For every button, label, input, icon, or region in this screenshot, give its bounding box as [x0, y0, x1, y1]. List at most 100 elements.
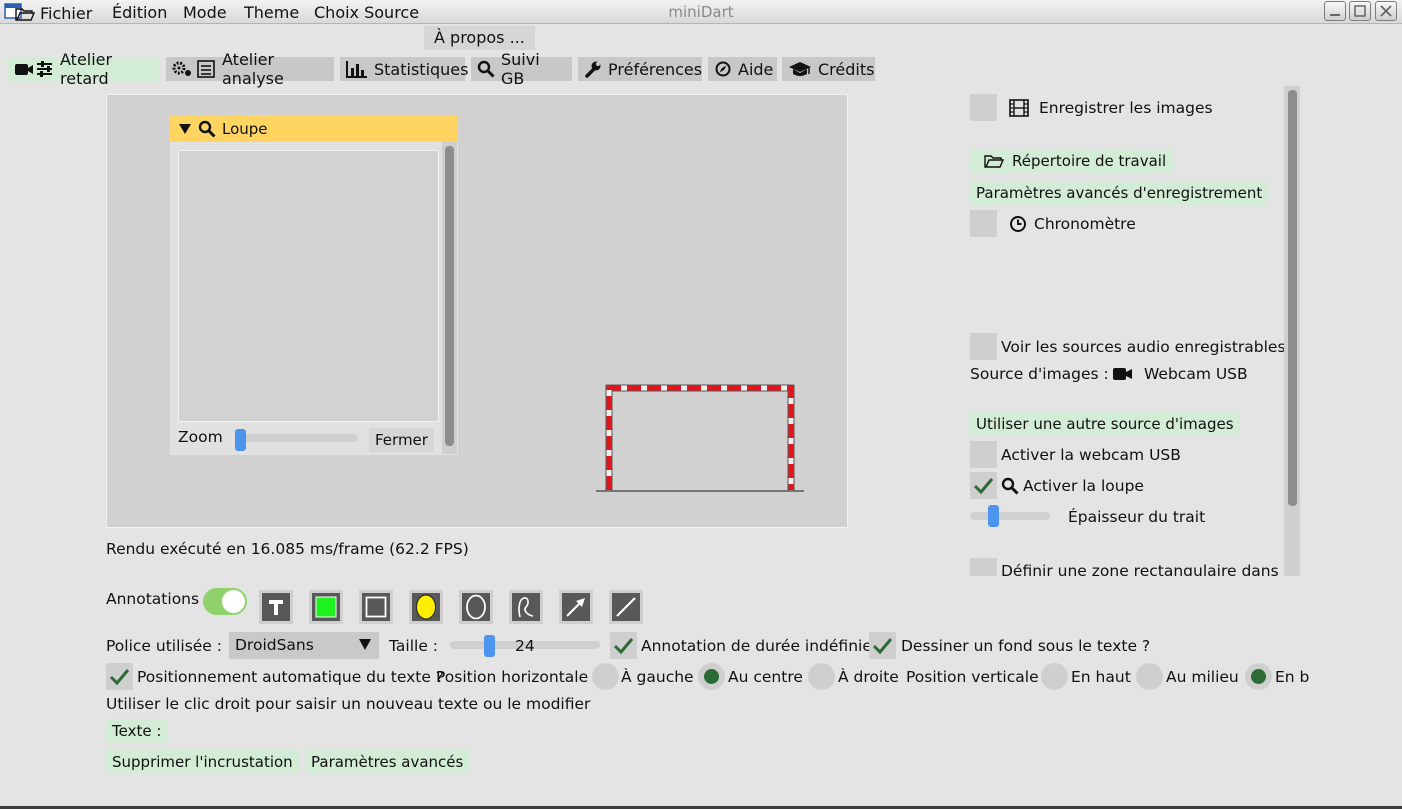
text-input-label[interactable]: Texte :: [106, 719, 168, 743]
radio-bottom[interactable]: [1245, 663, 1272, 690]
loupe-scrollbar-thumb[interactable]: [445, 146, 454, 446]
rect-outline-tool-button[interactable]: [359, 590, 393, 624]
video-camera-icon: [1112, 366, 1134, 382]
gears-list-icon: [172, 60, 216, 78]
radio-right[interactable]: [808, 663, 835, 690]
line-icon: [614, 595, 638, 619]
chrono-checkbox[interactable]: [970, 210, 997, 237]
menu-fichier-label: Fichier: [40, 4, 93, 23]
font-select-value: DroidSans: [235, 636, 314, 654]
define-zone-label: Définir une zone rectangulaire dans l'i: [1001, 562, 1283, 576]
annotations-label: Annotations: [106, 590, 200, 608]
right-panel-scrollbar-thumb[interactable]: [1288, 90, 1297, 506]
radio-middle-label: Au milieu: [1166, 668, 1239, 686]
radio-left[interactable]: [592, 663, 619, 690]
tab-statistiques[interactable]: Statistiques: [340, 57, 468, 81]
horizontal-position-label: Position horizontale: [436, 668, 589, 686]
close-window-button[interactable]: [1375, 1, 1397, 21]
menu-fichier[interactable]: Fichier: [15, 3, 92, 25]
size-slider-thumb[interactable]: [484, 635, 495, 657]
radio-middle[interactable]: [1136, 663, 1163, 690]
radio-left-label: À gauche: [621, 668, 694, 686]
compass-icon: [714, 60, 732, 78]
line-thickness-label: Épaisseur du trait: [1068, 508, 1206, 526]
line-thickness-slider-thumb[interactable]: [988, 505, 999, 527]
tab-aide[interactable]: Aide: [708, 57, 777, 81]
radio-top-label: En haut: [1071, 668, 1131, 686]
graduation-cap-icon: [788, 60, 812, 78]
tab-label: Crédits: [818, 59, 875, 79]
indefinite-duration-checkbox[interactable]: [610, 632, 637, 659]
checkmark-icon: [613, 638, 634, 655]
radio-top[interactable]: [1041, 663, 1068, 690]
remove-overlay-button[interactable]: Supprimer l'incrustation: [106, 750, 299, 774]
tab-label: Préférences: [608, 59, 703, 79]
menu-choix-source[interactable]: Choix Source: [314, 3, 419, 25]
search-icon: [477, 60, 495, 78]
menu-a-propos[interactable]: À propos ...: [424, 26, 535, 50]
advanced-recording-button[interactable]: Paramètres avancés d'enregistrement: [970, 181, 1269, 205]
ellipse-outline-tool-button[interactable]: [459, 590, 493, 624]
bar-chart-icon: [346, 60, 368, 78]
save-images-checkbox[interactable]: [970, 94, 997, 121]
menu-theme[interactable]: Theme: [244, 3, 299, 25]
radio-center-label: Au centre: [728, 668, 803, 686]
work-dir-button[interactable]: Répertoire de travail: [970, 149, 1175, 173]
tab-credits[interactable]: Crédits: [782, 57, 875, 81]
filled-rect-tool-button[interactable]: [309, 590, 343, 624]
draw-background-checkbox[interactable]: [869, 632, 896, 659]
minimize-button[interactable]: [1324, 1, 1346, 21]
tab-label: Suivi GB: [501, 50, 540, 88]
radio-center[interactable]: [698, 663, 725, 690]
arrow-tool-button[interactable]: [559, 590, 593, 624]
clock-icon: [1009, 215, 1027, 233]
loupe-header[interactable]: Loupe: [170, 115, 458, 142]
size-value: 24: [515, 637, 535, 655]
tab-atelier-analyse[interactable]: Atelier analyse: [166, 50, 334, 88]
checkmark-icon: [872, 638, 893, 655]
define-zone-checkbox[interactable]: [970, 558, 997, 576]
zoom-slider[interactable]: [236, 434, 358, 442]
maximize-button[interactable]: [1349, 1, 1371, 21]
loupe-close-button[interactable]: Fermer: [369, 428, 434, 452]
audio-sources-checkbox[interactable]: [970, 333, 997, 360]
tab-label: Atelier retard: [60, 50, 113, 88]
annotations-toggle[interactable]: [203, 588, 247, 615]
auto-position-checkbox[interactable]: [106, 663, 133, 690]
other-source-button[interactable]: Utiliser une autre source d'images: [970, 412, 1240, 436]
yellow-ellipse-icon: [415, 594, 437, 620]
work-dir-label: Répertoire de travail: [1012, 152, 1167, 170]
font-select[interactable]: DroidSans: [229, 632, 379, 659]
text-tool-button[interactable]: [259, 590, 293, 624]
image-source-label: Source d'images :: [970, 365, 1109, 383]
freehand-icon: [515, 595, 537, 619]
filled-ellipse-tool-button[interactable]: [409, 590, 443, 624]
video-camera-sliders-icon: [14, 60, 54, 78]
image-source-value: Webcam USB: [1144, 365, 1248, 383]
activate-loupe-checkbox[interactable]: [970, 472, 997, 499]
wrench-icon: [584, 60, 602, 78]
tab-suivi-gb[interactable]: Suivi GB: [471, 50, 572, 88]
freehand-tool-button[interactable]: [509, 590, 543, 624]
green-filled-rect-icon: [315, 596, 337, 618]
tab-label: Atelier analyse: [222, 50, 284, 88]
menu-mode[interactable]: Mode: [183, 3, 227, 25]
render-status: Rendu exécuté en 16.085 ms/frame (62.2 F…: [106, 540, 469, 558]
checkmark-icon: [109, 669, 130, 686]
loupe-view: [178, 150, 439, 422]
search-icon: [198, 120, 216, 138]
activate-webcam-checkbox[interactable]: [970, 441, 997, 468]
audio-sources-label: Voir les sources audio enregistrables: [1001, 338, 1286, 356]
collapse-triangle-icon: [178, 123, 192, 135]
advanced-params-button[interactable]: Paramètres avancés: [305, 750, 470, 774]
tab-preferences[interactable]: Préférences: [578, 57, 702, 81]
tab-atelier-retard[interactable]: Atelier retard: [8, 50, 160, 88]
line-tool-button[interactable]: [609, 590, 643, 624]
zoom-slider-thumb[interactable]: [235, 429, 246, 451]
line-thickness-slider[interactable]: [970, 512, 1050, 520]
menu-edition[interactable]: Édition: [112, 3, 167, 25]
auto-position-label: Positionnement automatique du texte ?: [137, 668, 445, 686]
save-images-label: Enregistrer les images: [1039, 99, 1213, 117]
arrow-icon: [564, 595, 588, 619]
zoom-label: Zoom: [178, 428, 223, 446]
